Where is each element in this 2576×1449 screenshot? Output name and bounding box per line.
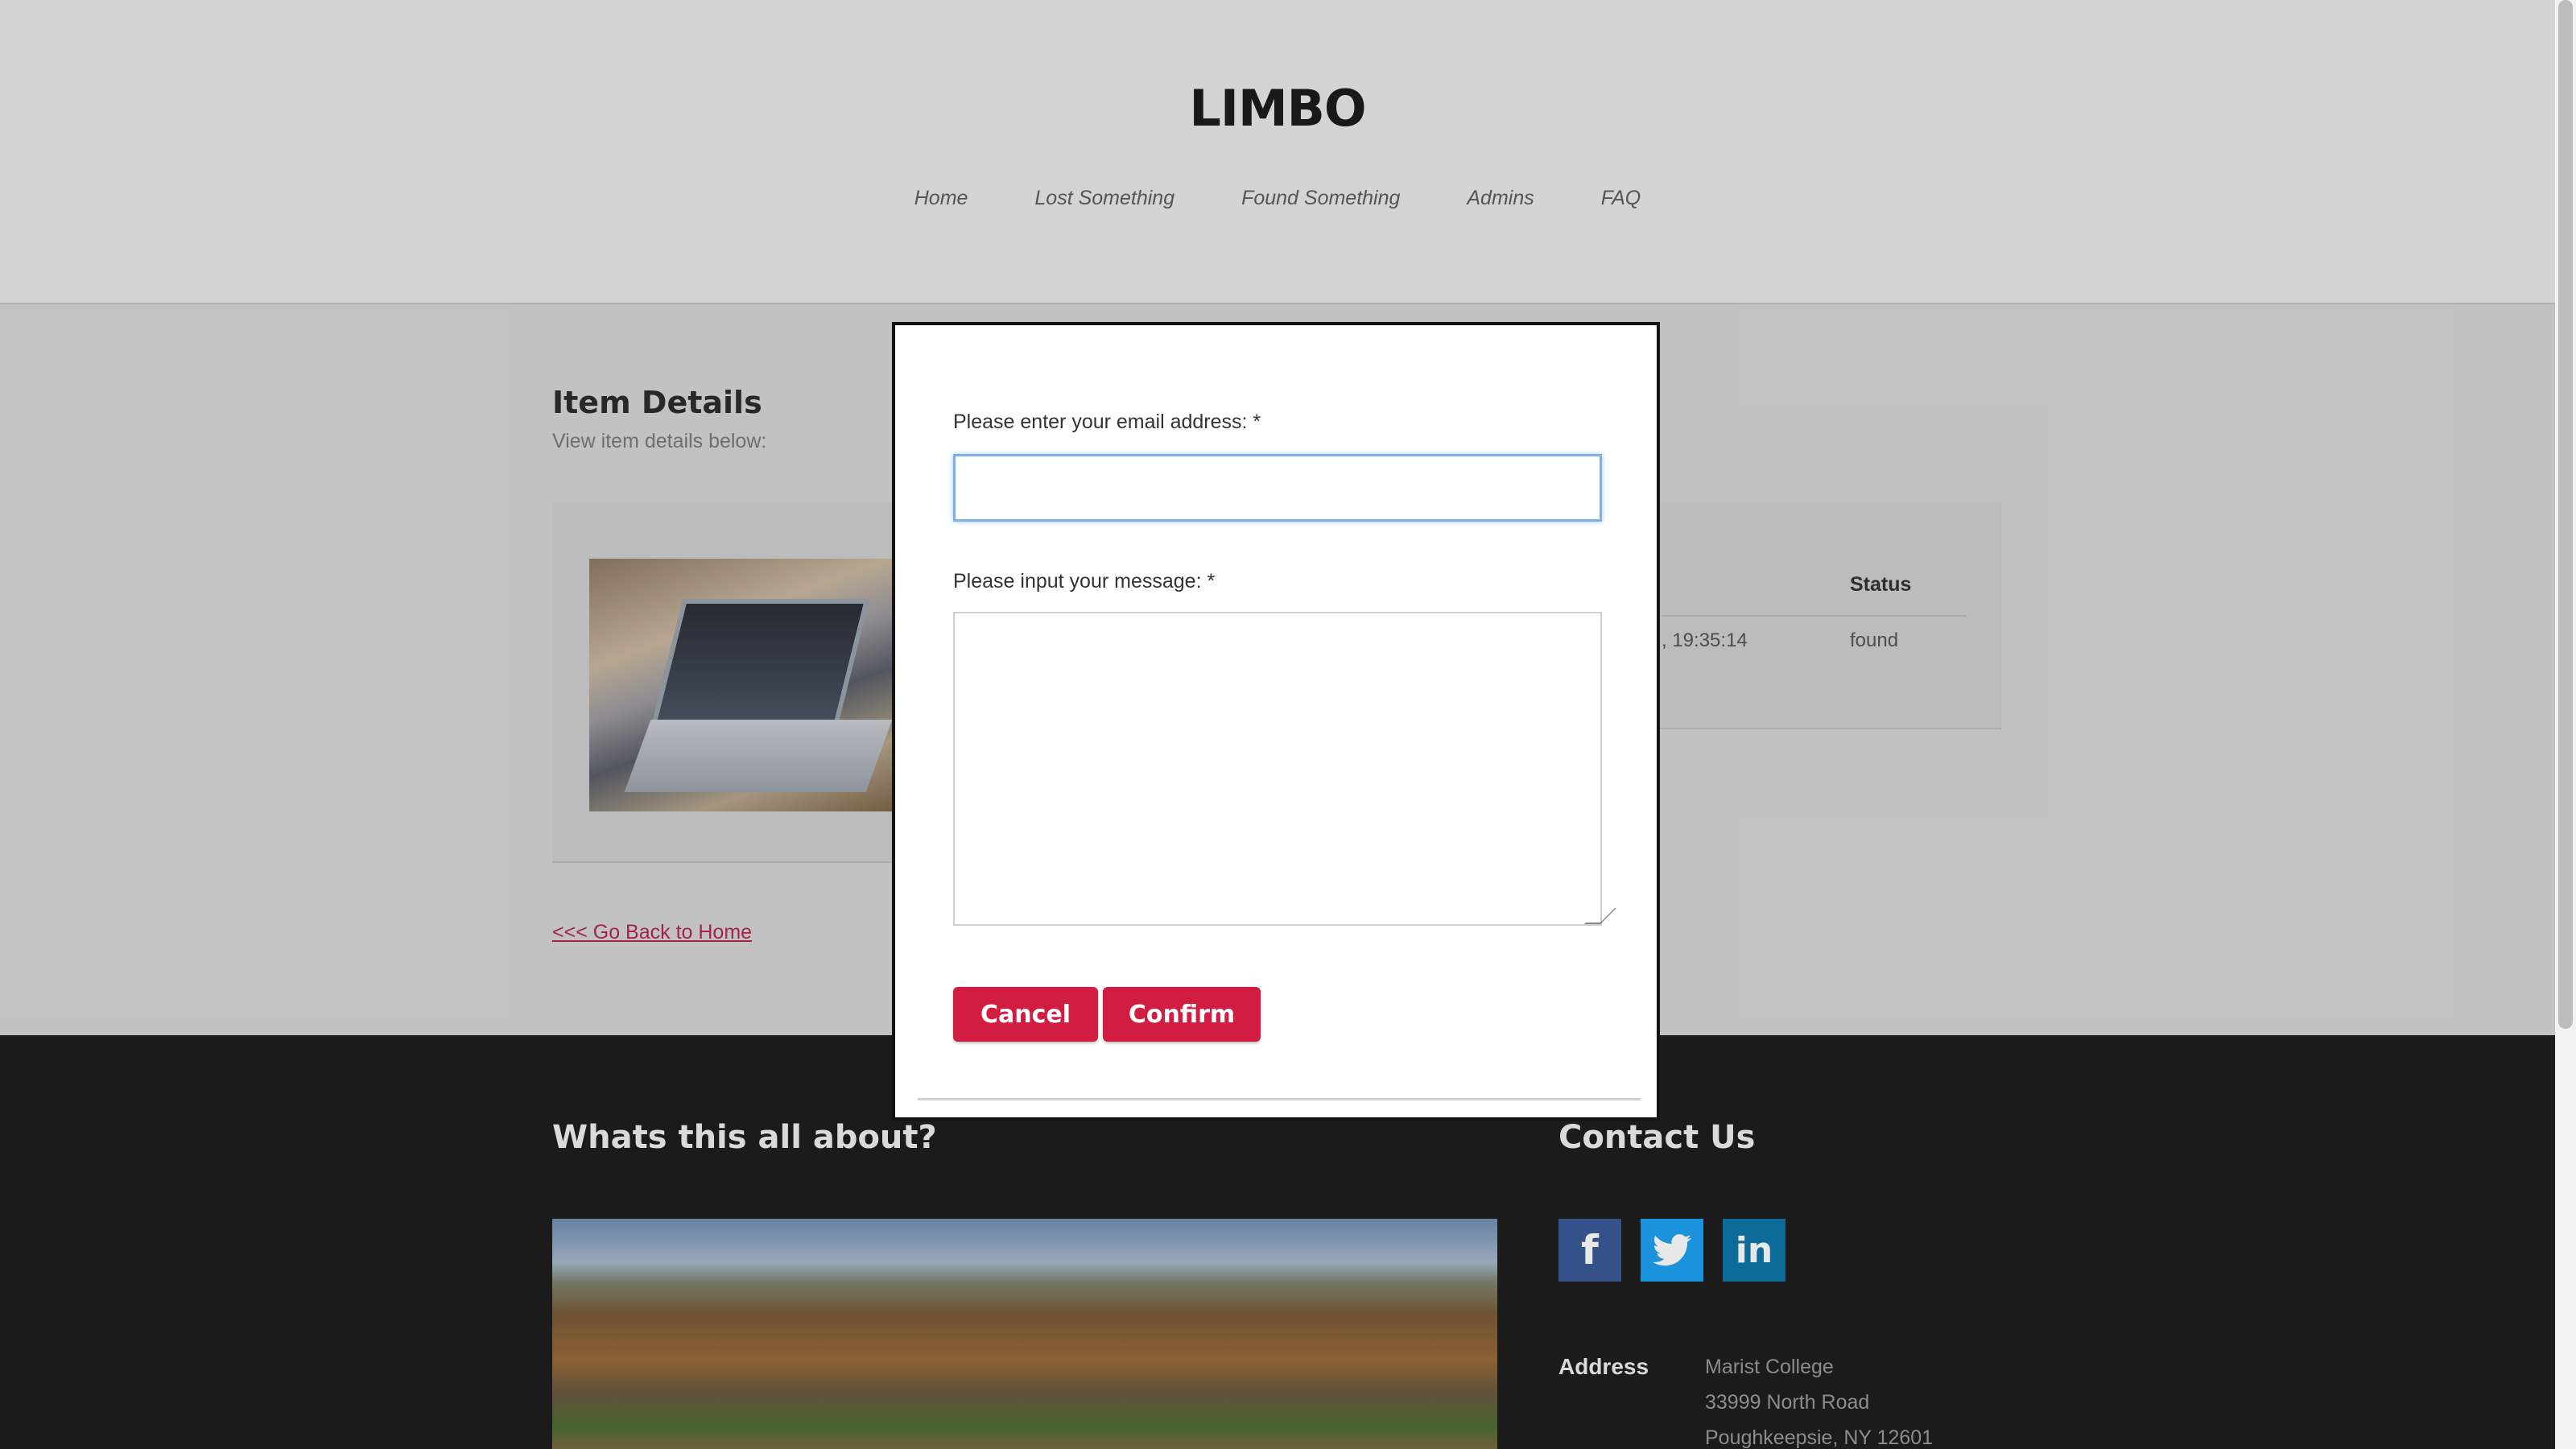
email-input[interactable] [953, 454, 1602, 522]
modal-divider [918, 1098, 1641, 1100]
confirm-button[interactable]: Confirm [1103, 987, 1261, 1042]
scrollbar-thumb[interactable] [2558, 0, 2573, 1029]
cancel-button[interactable]: Cancel [953, 987, 1098, 1042]
message-label: Please input your message: * [953, 570, 1216, 592]
message-textarea[interactable] [953, 612, 1602, 926]
app-root: LIMBO Home Lost Something Found Somethin… [0, 0, 2555, 1449]
email-label: Please enter your email address: * [953, 411, 1261, 433]
page-scrollbar[interactable] [2555, 0, 2576, 1449]
contact-modal: Please enter your email address: * Pleas… [892, 322, 1660, 1121]
